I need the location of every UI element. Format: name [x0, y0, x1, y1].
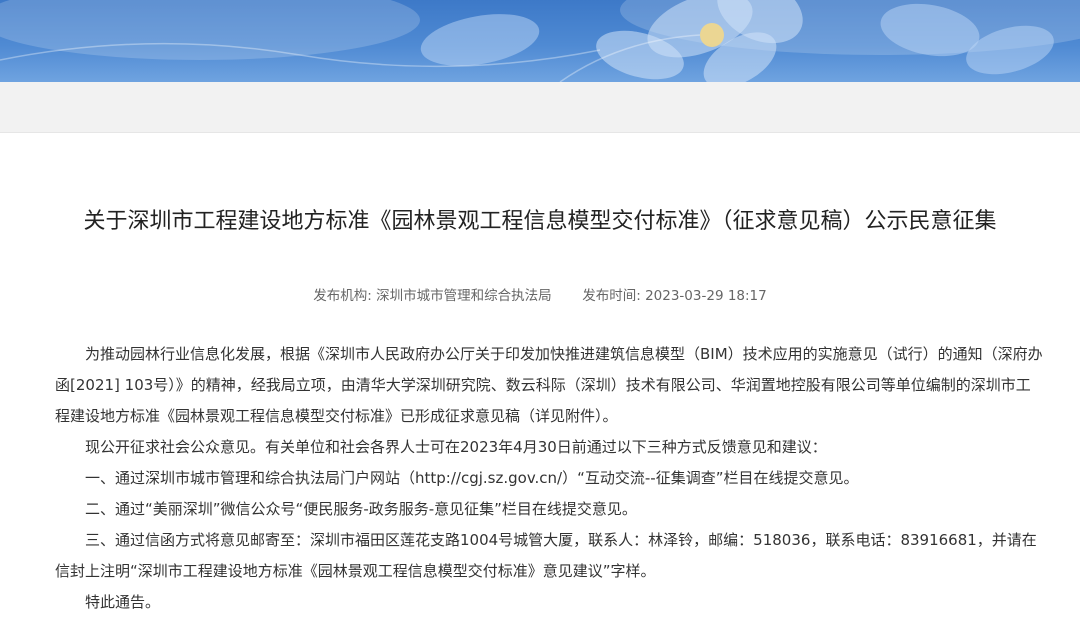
paragraph-method-3: 三、通过信函方式将意见邮寄至：深圳市福田区莲花支路1004号城管大厦，联系人：林…: [55, 531, 1037, 580]
header-banner: [0, 0, 1080, 82]
publish-time-label: 发布时间:: [582, 288, 641, 304]
nav-bar: [0, 82, 1080, 133]
publisher-label: 发布机构:: [313, 288, 372, 304]
flower-decoration: [0, 0, 1080, 82]
paragraph-method-2: 二、通过“美丽深圳”微信公众号“便民服务-政务服务-意见征集”栏目在线提交意见。: [85, 500, 637, 518]
article-body: 为推动园林行业信息化发展，根据《深圳市人民政府办公厅关于印发加快推进建筑信息模型…: [55, 339, 1045, 618]
paragraph-closing: 特此通告。: [85, 593, 161, 611]
article-meta: 发布机构: 深圳市城市管理和综合执法局 发布时间: 2023-03-29 18:…: [0, 286, 1080, 306]
publisher-value: 深圳市城市管理和综合执法局: [376, 288, 552, 304]
paragraph-intro: 为推动园林行业信息化发展，根据《深圳市人民政府办公厅关于印发加快推进建筑信息模型…: [55, 345, 1043, 425]
article-title: 关于深圳市工程建设地方标准《园林景观工程信息模型交付标准》（征求意见稿）公示民意…: [83, 209, 997, 234]
paragraph-method-1: 一、通过深圳市城市管理和综合执法局门户网站（http://cgj.sz.gov.…: [85, 469, 859, 487]
paragraph-call: 现公开征求社会公众意见。有关单位和社会各界人士可在2023年4月30日前通过以下…: [85, 438, 827, 456]
publish-time-value: 2023-03-29 18:17: [645, 288, 767, 304]
